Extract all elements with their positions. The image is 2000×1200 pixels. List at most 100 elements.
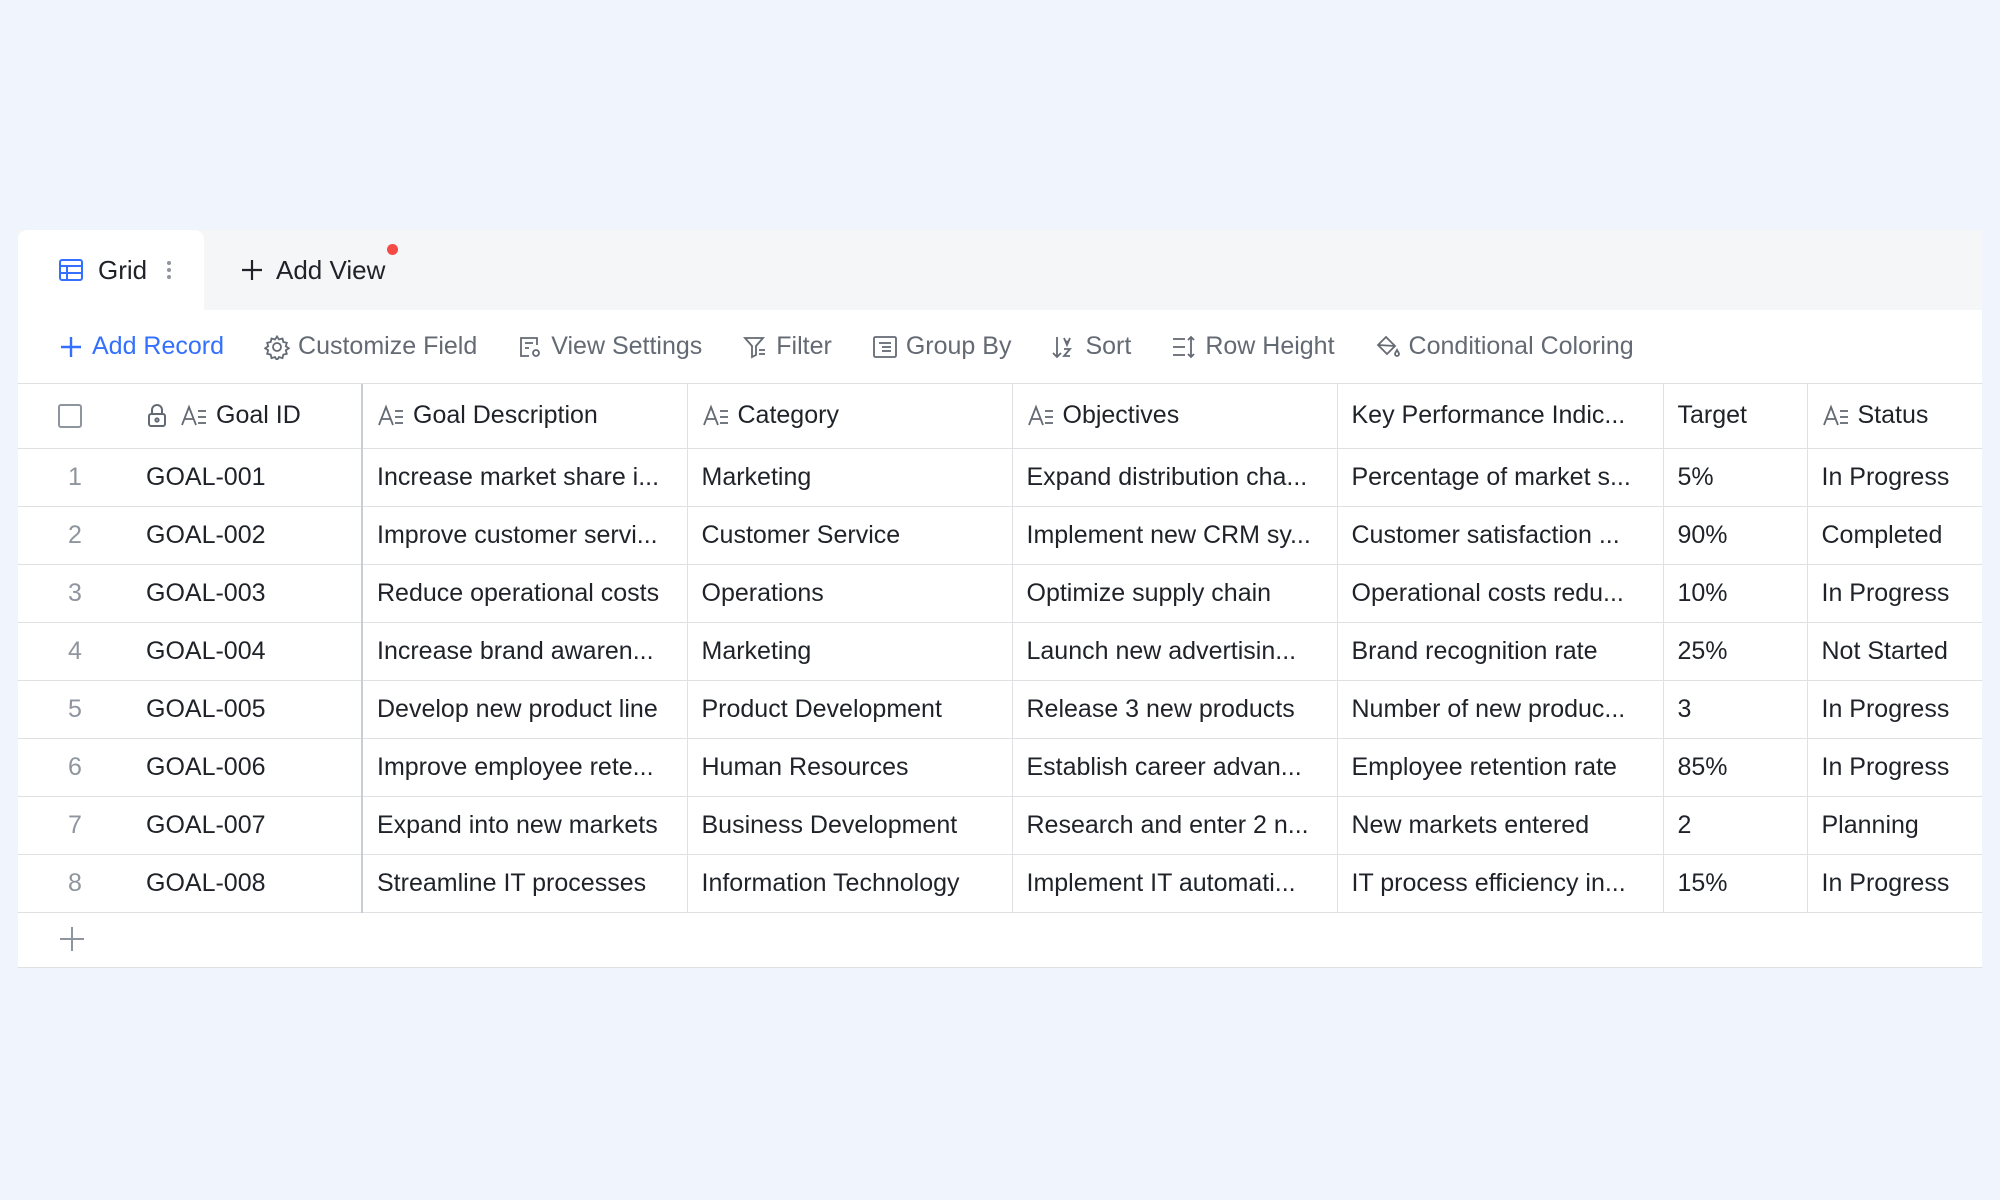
cell-target[interactable]: 5% [1662, 448, 1807, 507]
column-header-target[interactable]: Target [1662, 384, 1807, 449]
base-app: Grid Add View Add Record Customize Field… [18, 230, 1982, 968]
cell-goal-id[interactable]: GOAL-004 [132, 622, 362, 681]
cell-target[interactable]: 85% [1662, 738, 1807, 797]
cell-goal-description[interactable]: Improve employee rete... [361, 738, 687, 797]
cell-goal-id[interactable]: GOAL-003 [132, 564, 362, 623]
select-all-checkbox[interactable] [58, 403, 82, 428]
cell-goal-id[interactable]: GOAL-008 [132, 854, 362, 913]
column-label-goal-id: Goal ID [216, 401, 301, 430]
group-by-button[interactable]: Group By [872, 332, 1012, 361]
table-row[interactable]: 2 GOAL-002 Improve customer servi... Cus… [18, 506, 1982, 565]
view-settings-button[interactable]: View Settings [517, 332, 702, 361]
cell-goal-description[interactable]: Expand into new markets [361, 796, 687, 855]
cell-category[interactable]: Business Development [686, 796, 1012, 855]
table-row[interactable]: 1 GOAL-001 Increase market share i... Ma… [18, 448, 1982, 507]
cell-objectives[interactable]: Research and enter 2 n... [1011, 796, 1337, 855]
cell-objectives[interactable]: Optimize supply chain [1011, 564, 1337, 623]
plus-icon [240, 258, 264, 282]
column-header-goal-description[interactable]: Goal Description [361, 384, 687, 449]
filter-button[interactable]: Filter [742, 332, 832, 361]
column-header-category[interactable]: Category [686, 384, 1012, 449]
column-header-status[interactable]: Status [1806, 384, 1982, 449]
cell-status[interactable]: In Progress [1806, 564, 1982, 623]
cell-goal-id[interactable]: GOAL-006 [132, 738, 362, 797]
cell-status[interactable]: Planning [1806, 796, 1982, 855]
cell-goal-id[interactable]: GOAL-005 [132, 680, 362, 739]
group-by-icon [872, 334, 898, 360]
cell-target[interactable]: 10% [1662, 564, 1807, 623]
conditional-coloring-button[interactable]: Conditional Coloring [1375, 332, 1634, 361]
cell-goal-description[interactable]: Develop new product line [361, 680, 687, 739]
cell-category[interactable]: Operations [686, 564, 1012, 623]
cell-category[interactable]: Product Development [686, 680, 1012, 739]
cell-kpi[interactable]: Brand recognition rate [1336, 622, 1663, 681]
cell-category[interactable]: Information Technology [686, 854, 1012, 913]
table-row[interactable]: 7 GOAL-007 Expand into new markets Busin… [18, 796, 1982, 855]
tab-grid[interactable]: Grid [18, 230, 204, 310]
cell-goal-description[interactable]: Reduce operational costs [361, 564, 687, 623]
cell-kpi[interactable]: Operational costs redu... [1336, 564, 1663, 623]
cell-category[interactable]: Marketing [686, 448, 1012, 507]
cell-category[interactable]: Human Resources [686, 738, 1012, 797]
cell-objectives[interactable]: Release 3 new products [1011, 680, 1337, 739]
cell-target[interactable]: 2 [1662, 796, 1807, 855]
cell-kpi[interactable]: Number of new produc... [1336, 680, 1663, 739]
table-row[interactable]: 3 GOAL-003 Reduce operational costs Oper… [18, 564, 1982, 623]
row-number: 5 [18, 680, 132, 739]
column-header-objectives[interactable]: Objectives [1011, 384, 1337, 449]
cell-kpi[interactable]: Employee retention rate [1336, 738, 1663, 797]
more-vertical-icon[interactable] [165, 258, 173, 282]
column-header-kpi[interactable]: Key Performance Indic... [1336, 384, 1663, 449]
cell-status[interactable]: Completed [1806, 506, 1982, 565]
view-tab-bar: Grid Add View [18, 230, 1982, 310]
cell-category[interactable]: Marketing [686, 622, 1012, 681]
cell-goal-id[interactable]: GOAL-001 [132, 448, 362, 507]
cell-objectives[interactable]: Launch new advertisin... [1011, 622, 1337, 681]
text-field-icon [180, 403, 208, 429]
cell-objectives[interactable]: Establish career advan... [1011, 738, 1337, 797]
table-row[interactable]: 8 GOAL-008 Streamline IT processes Infor… [18, 854, 1982, 913]
cell-objectives[interactable]: Expand distribution cha... [1011, 448, 1337, 507]
cell-goal-description[interactable]: Increase brand awaren... [361, 622, 687, 681]
sort-button[interactable]: Sort [1051, 332, 1131, 361]
cell-target[interactable]: 3 [1662, 680, 1807, 739]
cell-target[interactable]: 15% [1662, 854, 1807, 913]
cell-kpi[interactable]: Customer satisfaction ... [1336, 506, 1663, 565]
cell-goal-description[interactable]: Improve customer servi... [361, 506, 687, 565]
cell-status[interactable]: Not Started [1806, 622, 1982, 681]
cell-goal-id[interactable]: GOAL-002 [132, 506, 362, 565]
cell-status[interactable]: In Progress [1806, 680, 1982, 739]
text-field-icon [1822, 403, 1850, 429]
table-row[interactable]: 5 GOAL-005 Develop new product line Prod… [18, 680, 1982, 739]
customize-field-label: Customize Field [298, 332, 478, 360]
cell-goal-description[interactable]: Streamline IT processes [361, 854, 687, 913]
add-view-button[interactable]: Add View [240, 230, 385, 310]
cell-objectives[interactable]: Implement IT automati... [1011, 854, 1337, 913]
cell-objectives[interactable]: Implement new CRM sy... [1011, 506, 1337, 565]
cell-target[interactable]: 25% [1662, 622, 1807, 681]
conditional-coloring-label: Conditional Coloring [1408, 332, 1634, 360]
table-row[interactable]: 4 GOAL-004 Increase brand awaren... Mark… [18, 622, 1982, 681]
cell-status[interactable]: In Progress [1806, 854, 1982, 913]
cell-kpi[interactable]: Percentage of market s... [1336, 448, 1663, 507]
group-by-label: Group By [905, 332, 1012, 360]
table-row[interactable]: 6 GOAL-006 Improve employee rete... Huma… [18, 738, 1982, 797]
column-label-status: Status [1857, 401, 1929, 430]
cell-status[interactable]: In Progress [1806, 448, 1982, 507]
add-record-button[interactable]: Add Record [58, 332, 224, 361]
row-number: 6 [18, 738, 132, 797]
cell-goal-id[interactable]: GOAL-007 [132, 796, 362, 855]
header-row: Goal ID Goal Description Category Object… [18, 384, 1982, 449]
column-label-goal-description: Goal Description [413, 401, 598, 430]
cell-kpi[interactable]: IT process efficiency in... [1336, 854, 1663, 913]
cell-category[interactable]: Customer Service [686, 506, 1012, 565]
column-header-goal-id[interactable]: Goal ID [132, 384, 362, 449]
cell-goal-description[interactable]: Increase market share i... [361, 448, 687, 507]
cell-kpi[interactable]: New markets entered [1336, 796, 1663, 855]
row-height-label: Row Height [1205, 332, 1335, 360]
customize-field-button[interactable]: Customize Field [264, 332, 477, 361]
cell-status[interactable]: In Progress [1806, 738, 1982, 797]
row-height-button[interactable]: Row Height [1171, 332, 1335, 361]
cell-target[interactable]: 90% [1662, 506, 1807, 565]
add-row-button[interactable] [18, 910, 1982, 968]
